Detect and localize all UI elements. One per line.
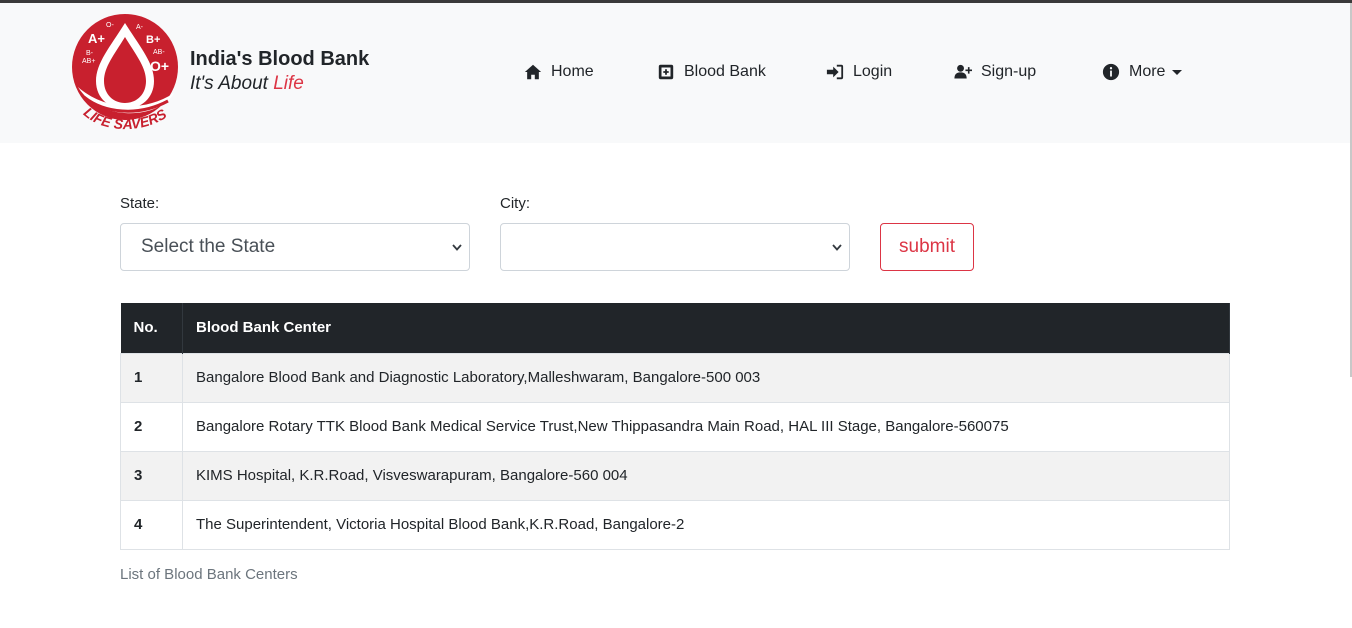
caret-down-icon [1172, 69, 1183, 75]
user-plus-icon [954, 64, 972, 79]
nav-blood-bank-label: Blood Bank [684, 63, 766, 80]
nav-login[interactable]: Login [826, 63, 892, 81]
chevron-down-icon [832, 244, 842, 251]
row-center: The Superintendent, Victoria Hospital Bl… [182, 499, 1230, 550]
home-icon [524, 64, 542, 80]
state-select-value: Select the State [141, 236, 276, 257]
logo-group-a-minus: A- [136, 24, 144, 31]
state-label: State: [120, 195, 160, 212]
nav-signup-label: Sign-up [981, 63, 1037, 80]
city-label: City: [500, 195, 530, 212]
header-center: Blood Bank Center [182, 303, 1230, 353]
logo-group-b-plus: B+ [146, 34, 160, 46]
nav-blood-bank[interactable]: Blood Bank [657, 63, 766, 81]
table-row: 2 Bangalore Rotary TTK Blood Bank Medica… [120, 401, 1230, 452]
nav-signup[interactable]: Sign-up [954, 63, 1036, 81]
blood-bank-table: No. Blood Bank Center 1 Bangalore Blood … [120, 303, 1230, 550]
row-center: Bangalore Blood Bank and Diagnostic Labo… [182, 352, 1230, 403]
city-select[interactable] [500, 223, 850, 271]
sign-in-icon [826, 64, 844, 80]
header-no: No. [120, 303, 183, 353]
submit-button[interactable]: submit [880, 223, 974, 271]
table-row: 3 KIMS Hospital, K.R.Road, Visveswarapur… [120, 450, 1230, 501]
row-center: Bangalore Rotary TTK Blood Bank Medical … [182, 401, 1230, 452]
row-number: 2 [120, 401, 183, 452]
table-row: 1 Bangalore Blood Bank and Diagnostic La… [120, 352, 1230, 403]
nav-home-label: Home [551, 63, 594, 80]
row-number: 3 [120, 450, 183, 501]
row-center: KIMS Hospital, K.R.Road, Visveswarapuram… [182, 450, 1230, 501]
nav-login-label: Login [853, 63, 893, 80]
table-header-row: No. Blood Bank Center [120, 303, 1230, 353]
logo-group-o-minus: O- [106, 22, 114, 29]
navbar: A+ O- A- B+ B- AB- AB+ O+ LIFE SAVERS In… [0, 3, 1352, 143]
logo-group-ab-minus: AB- [153, 49, 165, 56]
chevron-down-icon [452, 244, 462, 251]
nav-more-label: More [1129, 63, 1166, 80]
nav-links: Home Blood Bank Login Sign-up More [0, 63, 1352, 87]
logo-group-b-minus: B- [86, 50, 94, 57]
state-select[interactable]: Select the State [120, 223, 470, 271]
info-circle-icon [1102, 63, 1120, 81]
nav-home[interactable]: Home [524, 63, 594, 81]
table-row: 4 The Superintendent, Victoria Hospital … [120, 499, 1230, 550]
logo-group-a-plus: A+ [88, 31, 105, 46]
table-caption: List of Blood Bank Centers [120, 566, 298, 583]
nav-more-dropdown[interactable]: More [1102, 63, 1183, 81]
row-number: 1 [120, 352, 183, 403]
row-number: 4 [120, 499, 183, 550]
hospital-plus-icon [658, 64, 674, 80]
